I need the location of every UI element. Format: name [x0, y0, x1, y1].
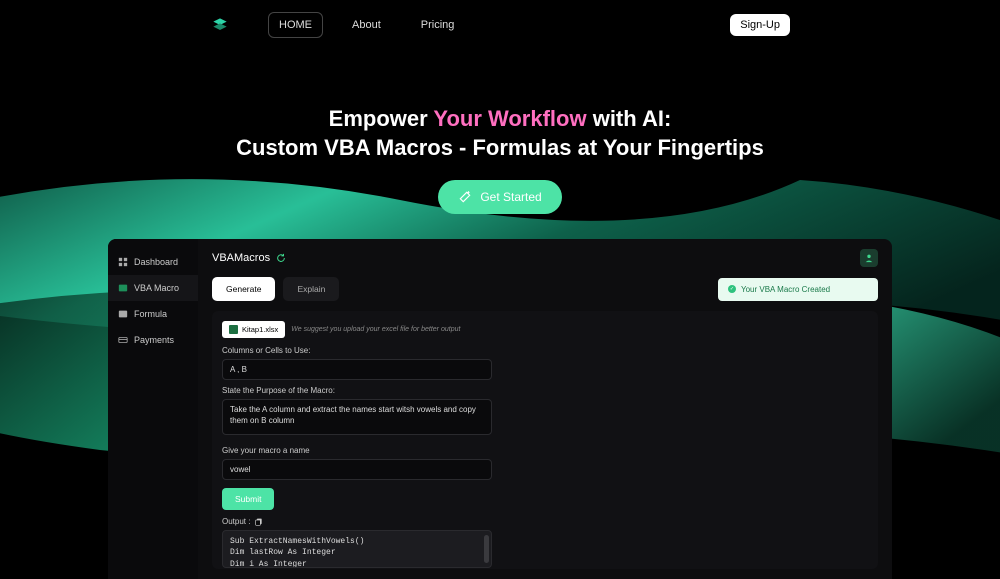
- tab-explain[interactable]: Explain: [283, 277, 339, 301]
- tab-generate[interactable]: Generate: [212, 277, 275, 301]
- sidebar-item-label: Formula: [134, 309, 167, 319]
- sidebar: Dashboard VBA Macro Formula Payments: [108, 239, 198, 579]
- dashboard-icon: [118, 257, 128, 267]
- excel-icon: [118, 283, 128, 293]
- nav-about[interactable]: About: [341, 12, 392, 38]
- refresh-icon[interactable]: [276, 253, 286, 263]
- hero: Empower Your Workflow with AI: Custom VB…: [0, 105, 1000, 214]
- sidebar-item-label: VBA Macro: [134, 283, 179, 293]
- form-content: Kitap1.xlsx We suggest you upload your e…: [212, 311, 878, 569]
- label-columns: Columns or Cells to Use:: [222, 346, 868, 355]
- signup-button[interactable]: Sign-Up: [730, 14, 790, 36]
- card-icon: [118, 335, 128, 345]
- label-purpose: State the Purpose of the Macro:: [222, 386, 868, 395]
- hero-heading: Empower Your Workflow with AI: Custom VB…: [0, 105, 1000, 162]
- copy-icon[interactable]: [255, 518, 263, 526]
- nav-home[interactable]: HOME: [268, 12, 323, 38]
- logo-icon: [210, 15, 230, 35]
- output-label: Output :: [222, 517, 868, 526]
- scrollbar[interactable]: [484, 535, 489, 563]
- user-icon: [864, 253, 874, 263]
- toast-success: ✓ Your VBA Macro Created: [718, 278, 878, 301]
- sidebar-item-label: Dashboard: [134, 257, 178, 267]
- sidebar-item-label: Payments: [134, 335, 174, 345]
- wand-icon: [458, 190, 472, 204]
- sidebar-item-formula[interactable]: Formula: [108, 301, 198, 327]
- columns-input[interactable]: [222, 359, 492, 380]
- check-icon: ✓: [728, 285, 736, 293]
- submit-button[interactable]: Submit: [222, 488, 274, 510]
- main-panel: VBAMacros Generate Explain ✓ Your VBA Ma…: [198, 239, 892, 579]
- user-avatar[interactable]: [860, 249, 878, 267]
- nav-pricing[interactable]: Pricing: [410, 12, 466, 38]
- page-title: VBAMacros: [212, 252, 286, 264]
- output-code[interactable]: Sub ExtractNamesWithVowels() Dim lastRow…: [222, 530, 492, 568]
- sidebar-item-dashboard[interactable]: Dashboard: [108, 249, 198, 275]
- macro-name-input[interactable]: [222, 459, 492, 480]
- formula-icon: [118, 309, 128, 319]
- file-chip[interactable]: Kitap1.xlsx: [222, 321, 285, 338]
- upload-hint: We suggest you upload your excel file fo…: [291, 326, 460, 333]
- sidebar-item-payments[interactable]: Payments: [108, 327, 198, 353]
- get-started-button[interactable]: Get Started: [438, 180, 561, 214]
- sidebar-item-vba-macro[interactable]: VBA Macro: [108, 275, 198, 301]
- label-macro-name: Give your macro a name: [222, 446, 868, 455]
- top-nav: HOME About Pricing Sign-Up: [0, 0, 1000, 50]
- app-preview: Dashboard VBA Macro Formula Payments VBA…: [108, 239, 892, 579]
- purpose-textarea[interactable]: Take the A column and extract the names …: [222, 399, 492, 435]
- excel-file-icon: [229, 325, 238, 334]
